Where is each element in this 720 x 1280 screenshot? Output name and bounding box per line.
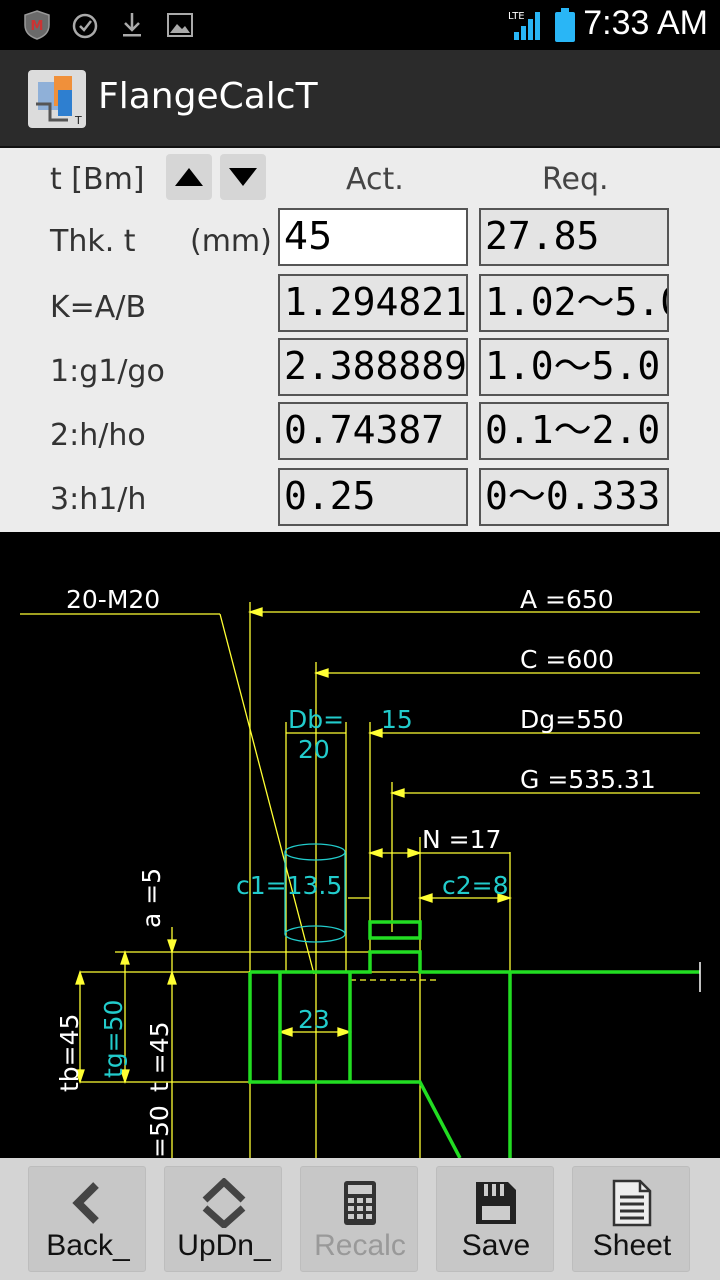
recalc-button-label: Recalc [314, 1229, 406, 1262]
recalc-button[interactable]: Recalc [300, 1166, 418, 1272]
app-logo-icon[interactable]: T [28, 70, 86, 128]
download-icon [118, 10, 146, 40]
dim-g-label: G =535.31 [520, 765, 656, 794]
updn-button[interactable]: UpDn_ [164, 1166, 282, 1272]
sheet-button[interactable]: Sheet [572, 1166, 690, 1272]
dim-tb-label: tb=45 [55, 1014, 84, 1092]
mcafee-icon: M [22, 10, 52, 40]
battery-icon [552, 8, 578, 42]
h1-h-act-value: 0.25 [278, 468, 468, 526]
flange-drawing[interactable]: 20-M20 A =650 C =600 Dg=550 G =535.31 N … [0, 532, 720, 1158]
dim-c-label: C =600 [520, 645, 614, 674]
dim-bottom-label: =50 [145, 1105, 174, 1158]
row-unit-mm: (mm) [190, 224, 272, 259]
thickness-act-input[interactable]: 45 [278, 208, 468, 266]
g1-go-act-value: 2.388889 [278, 338, 468, 396]
dim-t-label: t =45 [145, 1021, 174, 1092]
document-sheet-icon [612, 1179, 652, 1227]
calc-panel: t [Bm] Act. Req. Thk. t (mm) 45 27.85 K=… [0, 148, 720, 532]
image-icon [166, 10, 194, 40]
h1-h-req-value: 0～0.333 [479, 468, 669, 526]
dim-a-gap-label: a =5 [137, 868, 166, 928]
save-button-label: Save [461, 1229, 531, 1262]
bolt-label: 20-M20 [66, 585, 160, 614]
app-title: FlangeCalcT [98, 76, 318, 117]
up-arrow-button[interactable] [166, 154, 212, 200]
dim-dg-label: Dg=550 [520, 705, 624, 734]
column-header-act: Act. [346, 162, 404, 197]
action-bar: T FlangeCalcT [0, 50, 720, 148]
up-down-chevron-icon [202, 1178, 246, 1228]
thickness-req-value: 27.85 [479, 208, 669, 266]
save-button[interactable]: Save [436, 1166, 554, 1272]
row-label-k: K=A/B [50, 290, 147, 325]
svg-text:T: T [74, 114, 82, 127]
triangle-up-icon [175, 168, 203, 186]
g1-go-req-value: 1.0～5.0 [479, 338, 669, 396]
down-arrow-button[interactable] [220, 154, 266, 200]
chevron-left-icon [72, 1182, 99, 1224]
bottom-toolbar: Back_ UpDn_ Recalc Save Sheet [0, 1158, 720, 1280]
triangle-down-icon [229, 168, 257, 186]
selector-label: t [Bm] [50, 162, 145, 197]
sheet-button-label: Sheet [592, 1229, 672, 1262]
k-act-value: 1.294821 [278, 274, 468, 332]
dim-tg-label: tg=50 [99, 1000, 128, 1078]
back-button[interactable]: Back_ [28, 1166, 146, 1272]
row-label-thickness: Thk. t [50, 224, 136, 259]
updn-button-label: UpDn_ [177, 1229, 271, 1262]
svg-text:M: M [31, 19, 44, 34]
db-label-bottom: 20 [298, 735, 330, 764]
c1-label: c1=13.5 [236, 871, 342, 900]
h-ho-act-value: 0.74387 [278, 402, 468, 460]
sd-card-save-icon [476, 1182, 516, 1224]
row-label-h1-h: 3:h1/h [50, 482, 147, 517]
row-label-h-ho: 2:h/ho [50, 418, 146, 453]
status-bar: M LTE 7:33 AM [0, 0, 720, 50]
alarm-icon [70, 10, 100, 40]
db-label-top: Db= [288, 705, 344, 734]
status-time: 7:33 AM [583, 4, 708, 42]
dim-n-label: N =17 [422, 825, 501, 854]
c2-label: c2=8 [442, 871, 509, 900]
lte-signal-icon: LTE [506, 10, 546, 40]
flange-outline [248, 920, 700, 1158]
dim-a-label: A =650 [520, 585, 614, 614]
calculator-icon [344, 1181, 376, 1225]
row-label-g1-go: 1:g1/go [50, 354, 165, 389]
dim-15-label: 15 [381, 705, 413, 734]
k-req-value: 1.02～5.0 [479, 274, 669, 332]
network-type: LTE [508, 11, 525, 22]
column-header-req: Req. [542, 162, 609, 197]
hole-dim-label: 23 [298, 1005, 330, 1034]
back-button-label: Back_ [46, 1229, 130, 1262]
h-ho-req-value: 0.1～2.0 [479, 402, 669, 460]
